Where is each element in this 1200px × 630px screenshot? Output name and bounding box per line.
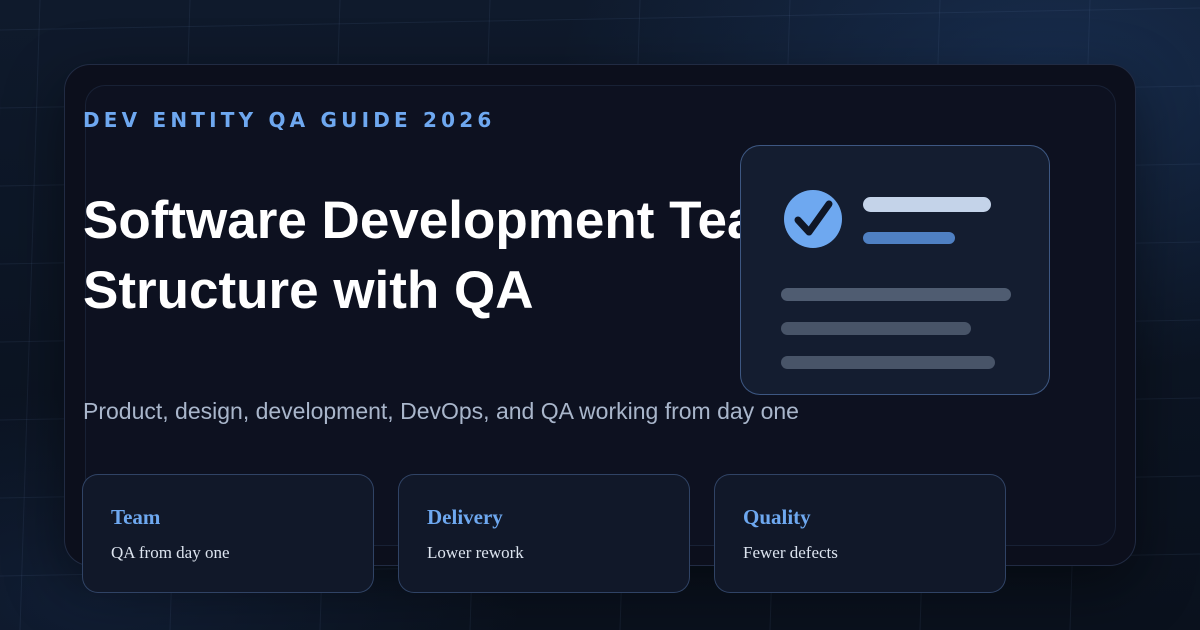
placeholder-line [863,232,955,244]
stat-card-quality: Quality Fewer defects [714,474,1006,593]
stat-value: Fewer defects [743,543,838,562]
checklist-illustration-graphic [781,190,1011,369]
checklist-illustration [740,145,1050,395]
stat-label: Delivery [427,505,503,529]
placeholder-line [781,322,971,335]
stat-value: QA from day one [111,543,230,562]
check-circle-icon [784,190,842,248]
placeholder-line [863,197,991,212]
placeholder-line [781,356,995,369]
placeholder-line [781,288,1011,301]
eyebrow-label: DEV ENTITY QA GUIDE 2026 [83,108,496,132]
stat-card-delivery: Delivery Lower rework [398,474,690,593]
stat-label: Team [111,505,161,529]
subtitle: Product, design, development, DevOps, an… [83,398,799,424]
stat-card-team: Team QA from day one [82,474,374,593]
stat-value: Lower rework [427,543,524,562]
stat-label: Quality [743,505,811,529]
